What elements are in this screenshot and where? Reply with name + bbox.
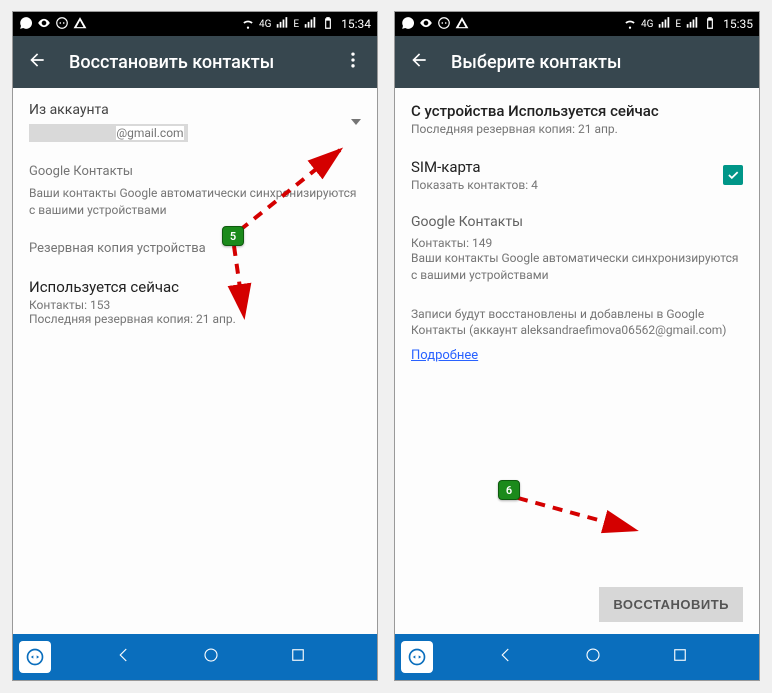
content-pane: Из аккаунта @gmail.com Google Контакты В… [13,88,377,634]
google-contacts-sub: Ваши контакты Google автоматически синхр… [29,185,361,219]
warning-icon [455,16,469,33]
wifi-icon [241,16,255,33]
whatsapp-icon [401,16,415,33]
app-bar: Выберите контакты [395,36,759,88]
learn-more-link[interactable]: Подробнее [411,348,478,363]
signal-icon-2 [685,16,699,33]
signal-icon [657,16,671,33]
status-bar: 4G E 15:34 [13,12,377,36]
restore-info: Записи будут восстановлены и добавлены в… [411,306,743,340]
google-contacts-header: Google Контакты [411,214,743,230]
teamviewer-status-icon [55,16,69,33]
google-contacts-header: Google Контакты [29,164,361,179]
nav-back-icon[interactable] [115,646,133,668]
eye-icon [37,16,51,33]
teamviewer-icon[interactable] [19,641,51,673]
page-title: Восстановить контакты [69,52,321,73]
network-e: E [293,19,299,30]
nav-recent-icon[interactable] [289,646,307,668]
device-now-title: Используется сейчас [29,278,361,296]
network-e: E [675,19,681,30]
network-4g: 4G [259,19,271,30]
status-time: 15:35 [723,17,753,31]
whatsapp-icon [19,16,33,33]
phone-right: 4G E 15:35 Выберите контакты С устройств… [394,11,760,681]
battery-icon [703,16,717,33]
device-title: С устройства Используется сейчас [411,102,743,120]
step-badge-5: 5 [222,226,244,246]
eye-icon [419,16,433,33]
account-email: @gmail.com [29,124,188,142]
device-backup-item[interactable]: Используется сейчас Контакты: 153 Послед… [29,278,361,326]
device-backup: Последняя резервная копия: 21 апр. [411,122,743,136]
sim-card-item[interactable]: SIM-карта Показать контактов: 4 [411,158,743,192]
sim-count: Показать контактов: 4 [411,178,538,192]
teamviewer-icon[interactable] [401,641,433,673]
sim-title: SIM-карта [411,158,538,176]
signal-icon-2 [303,16,317,33]
account-selector[interactable]: Из аккаунта @gmail.com [29,102,361,142]
network-4g: 4G [641,19,653,30]
battery-icon [321,16,335,33]
status-bar: 4G E 15:35 [395,12,759,36]
nav-recent-icon[interactable] [671,646,689,668]
back-icon[interactable] [27,50,47,74]
google-contacts-sub: Ваши контакты Google автоматически синхр… [411,250,743,284]
nav-bar [395,634,759,680]
phone-left: 4G E 15:34 Восстановить контакты Из акка… [12,11,378,681]
nav-home-icon[interactable] [202,646,220,668]
backup-header: Резервная копия устройства [29,241,361,256]
teamviewer-status-icon [437,16,451,33]
step-badge-6: 6 [498,480,520,500]
dropdown-icon[interactable] [351,119,361,125]
signal-icon [275,16,289,33]
nav-home-icon[interactable] [584,646,602,668]
overflow-icon[interactable] [343,50,363,74]
from-account-label: Из аккаунта [29,102,188,118]
warning-icon [73,16,87,33]
app-bar: Восстановить контакты [13,36,377,88]
google-contacts-count: Контакты: 149 [411,236,743,250]
status-time: 15:34 [341,17,371,31]
device-now-count: Контакты: 153 [29,298,361,312]
device-now-backup: Последняя резервная копия: 21 апр. [29,312,361,326]
content-pane: С устройства Используется сейчас Последн… [395,88,759,634]
sim-checkbox[interactable] [723,165,743,185]
back-icon[interactable] [409,50,429,74]
page-title: Выберите контакты [451,52,745,73]
restore-button[interactable]: ВОССТАНОВИТЬ [599,587,743,622]
wifi-icon [623,16,637,33]
nav-bar [13,634,377,680]
nav-back-icon[interactable] [497,646,515,668]
